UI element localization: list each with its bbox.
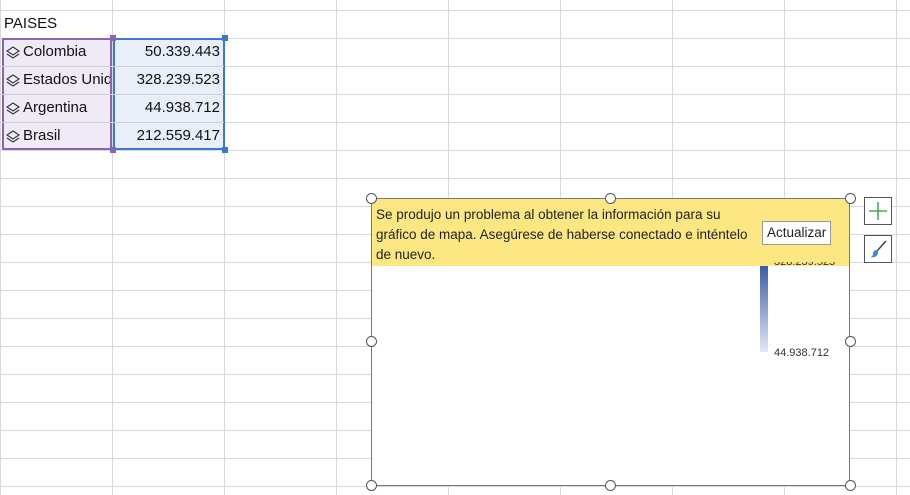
country-cell[interactable]: Estados Unidos xyxy=(2,66,110,94)
legend-min: 44.938.712 xyxy=(774,347,830,359)
value-cell[interactable]: 328.239.523 xyxy=(114,66,220,94)
geography-data-type-icon xyxy=(5,122,21,150)
chart-elements-button[interactable] xyxy=(864,197,892,225)
resize-handle[interactable] xyxy=(605,193,616,204)
chart-styles-button[interactable] xyxy=(864,235,892,263)
resize-handle[interactable] xyxy=(845,336,856,347)
paintbrush-icon xyxy=(870,240,887,258)
resize-handle[interactable] xyxy=(366,336,377,347)
value-cell[interactable]: 212.559.417 xyxy=(114,122,220,150)
plus-icon xyxy=(869,202,887,220)
country-cell[interactable]: Brasil xyxy=(2,122,110,150)
geography-data-type-icon xyxy=(5,94,21,122)
error-banner: Se produjo un problema al obtener la inf… xyxy=(372,199,849,266)
legend-gradient xyxy=(760,266,768,352)
header-cell[interactable]: PAISES xyxy=(4,10,57,38)
resize-handle[interactable] xyxy=(366,480,377,491)
country-cell[interactable]: Argentina xyxy=(2,94,110,122)
value-cell[interactable]: 50.339.443 xyxy=(114,38,220,66)
geography-data-type-icon xyxy=(5,66,21,94)
resize-handle[interactable] xyxy=(845,480,856,491)
error-message: Se produjo un problema al obtener la inf… xyxy=(376,207,748,262)
resize-handle[interactable] xyxy=(366,193,377,204)
country-cell[interactable]: Colombia xyxy=(2,38,110,66)
value-cell[interactable]: 44.938.712 xyxy=(114,94,220,122)
map-chart[interactable]: Se produjo un problema al obtener la inf… xyxy=(371,198,850,486)
refresh-button[interactable]: Actualizar xyxy=(762,221,832,245)
geography-data-type-icon xyxy=(5,38,21,66)
resize-handle[interactable] xyxy=(605,480,616,491)
resize-handle[interactable] xyxy=(845,193,856,204)
legend-max: 328.239.523 xyxy=(774,262,836,268)
